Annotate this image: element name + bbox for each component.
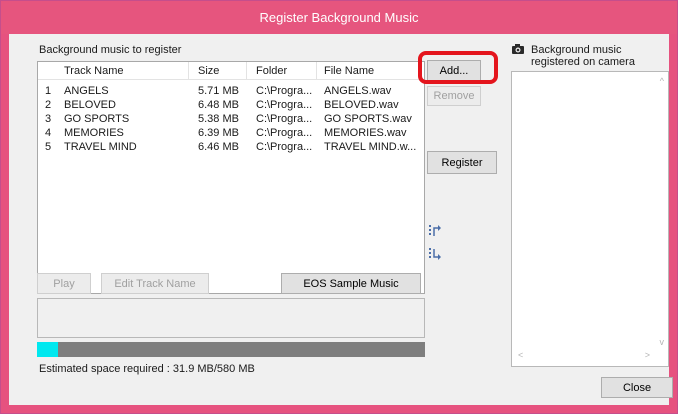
track-size: 6.39 MB	[198, 127, 239, 139]
table-row[interactable]: 1 ANGELS 5.71 MB C:\Progra... ANGELS.wav	[38, 85, 424, 99]
move-up-icon[interactable]	[427, 223, 443, 239]
track-number: 3	[45, 113, 52, 125]
track-number: 5	[45, 141, 52, 153]
track-name: GO SPORTS	[64, 113, 130, 125]
space-progress-bar	[37, 342, 425, 357]
column-divider[interactable]	[316, 62, 317, 79]
camera-music-label-line1: Background music	[531, 44, 622, 56]
track-size: 6.46 MB	[198, 141, 239, 153]
register-section-label: Background music to register	[39, 44, 182, 56]
track-folder: C:\Progra...	[256, 99, 313, 111]
camera-music-label: Background music registered on camera	[531, 44, 635, 68]
add-button-highlight	[418, 51, 498, 84]
title-bar: Register Background Music	[1, 1, 677, 34]
camera-music-label-line2: registered on camera	[531, 56, 635, 68]
track-file-name: TRAVEL MIND.w...	[324, 141, 417, 153]
table-row[interactable]: 5 TRAVEL MIND 6.46 MB C:\Progra... TRAVE…	[38, 141, 424, 155]
track-name: BELOVED	[64, 99, 116, 111]
column-divider[interactable]	[246, 62, 247, 79]
track-number: 4	[45, 127, 52, 139]
column-header-folder[interactable]: Folder	[256, 65, 287, 77]
track-name: TRAVEL MIND	[64, 141, 137, 153]
table-row[interactable]: 4 MEMORIES 6.39 MB C:\Progra... MEMORIES…	[38, 127, 424, 141]
register-button[interactable]: Register	[427, 151, 497, 174]
camera-tracks-list[interactable]: ^ v < >	[511, 71, 669, 367]
dialog-body: Background music to register Track Name …	[9, 34, 673, 405]
scroll-left-icon[interactable]: <	[518, 350, 523, 360]
track-number: 2	[45, 99, 52, 111]
track-size: 5.38 MB	[198, 113, 239, 125]
track-folder: C:\Progra...	[256, 141, 313, 153]
column-header-size[interactable]: Size	[198, 65, 219, 77]
column-header-file-name[interactable]: File Name	[324, 65, 374, 77]
tracks-list[interactable]: Track Name Size Folder File Name 1 ANGEL…	[37, 61, 425, 294]
track-file-name: ANGELS.wav	[324, 85, 392, 97]
scroll-right-icon[interactable]: >	[645, 350, 650, 360]
column-divider[interactable]	[188, 62, 189, 79]
track-folder: C:\Progra...	[256, 127, 313, 139]
camera-icon	[512, 44, 524, 54]
track-size: 6.48 MB	[198, 99, 239, 111]
track-file-name: BELOVED.wav	[324, 99, 399, 111]
column-header-track-name[interactable]: Track Name	[64, 65, 124, 77]
track-number: 1	[45, 85, 52, 97]
space-progress-fill	[37, 342, 59, 357]
remove-button[interactable]: Remove	[427, 86, 481, 106]
scroll-down-icon[interactable]: v	[660, 337, 665, 347]
info-box	[37, 298, 425, 338]
window-title: Register Background Music	[259, 10, 419, 25]
track-size: 5.71 MB	[198, 85, 239, 97]
list-header: Track Name Size Folder File Name	[38, 62, 424, 80]
scroll-up-icon[interactable]: ^	[660, 76, 664, 86]
table-row[interactable]: 3 GO SPORTS 5.38 MB C:\Progra... GO SPOR…	[38, 113, 424, 127]
track-name: MEMORIES	[64, 127, 124, 139]
track-file-name: MEMORIES.wav	[324, 127, 407, 139]
table-row[interactable]: 2 BELOVED 6.48 MB C:\Progra... BELOVED.w…	[38, 99, 424, 113]
track-name: ANGELS	[64, 85, 109, 97]
edit-track-name-button[interactable]: Edit Track Name	[101, 273, 209, 294]
track-folder: C:\Progra...	[256, 85, 313, 97]
move-down-icon[interactable]	[427, 246, 443, 262]
track-file-name: GO SPORTS.wav	[324, 113, 412, 125]
close-button[interactable]: Close	[601, 377, 673, 398]
estimated-space-label: Estimated space required : 31.9 MB/580 M…	[39, 363, 255, 375]
eos-sample-music-button[interactable]: EOS Sample Music	[281, 273, 421, 294]
track-folder: C:\Progra...	[256, 113, 313, 125]
register-music-window: Register Background Music Background mus…	[0, 0, 678, 414]
play-button[interactable]: Play	[37, 273, 91, 294]
